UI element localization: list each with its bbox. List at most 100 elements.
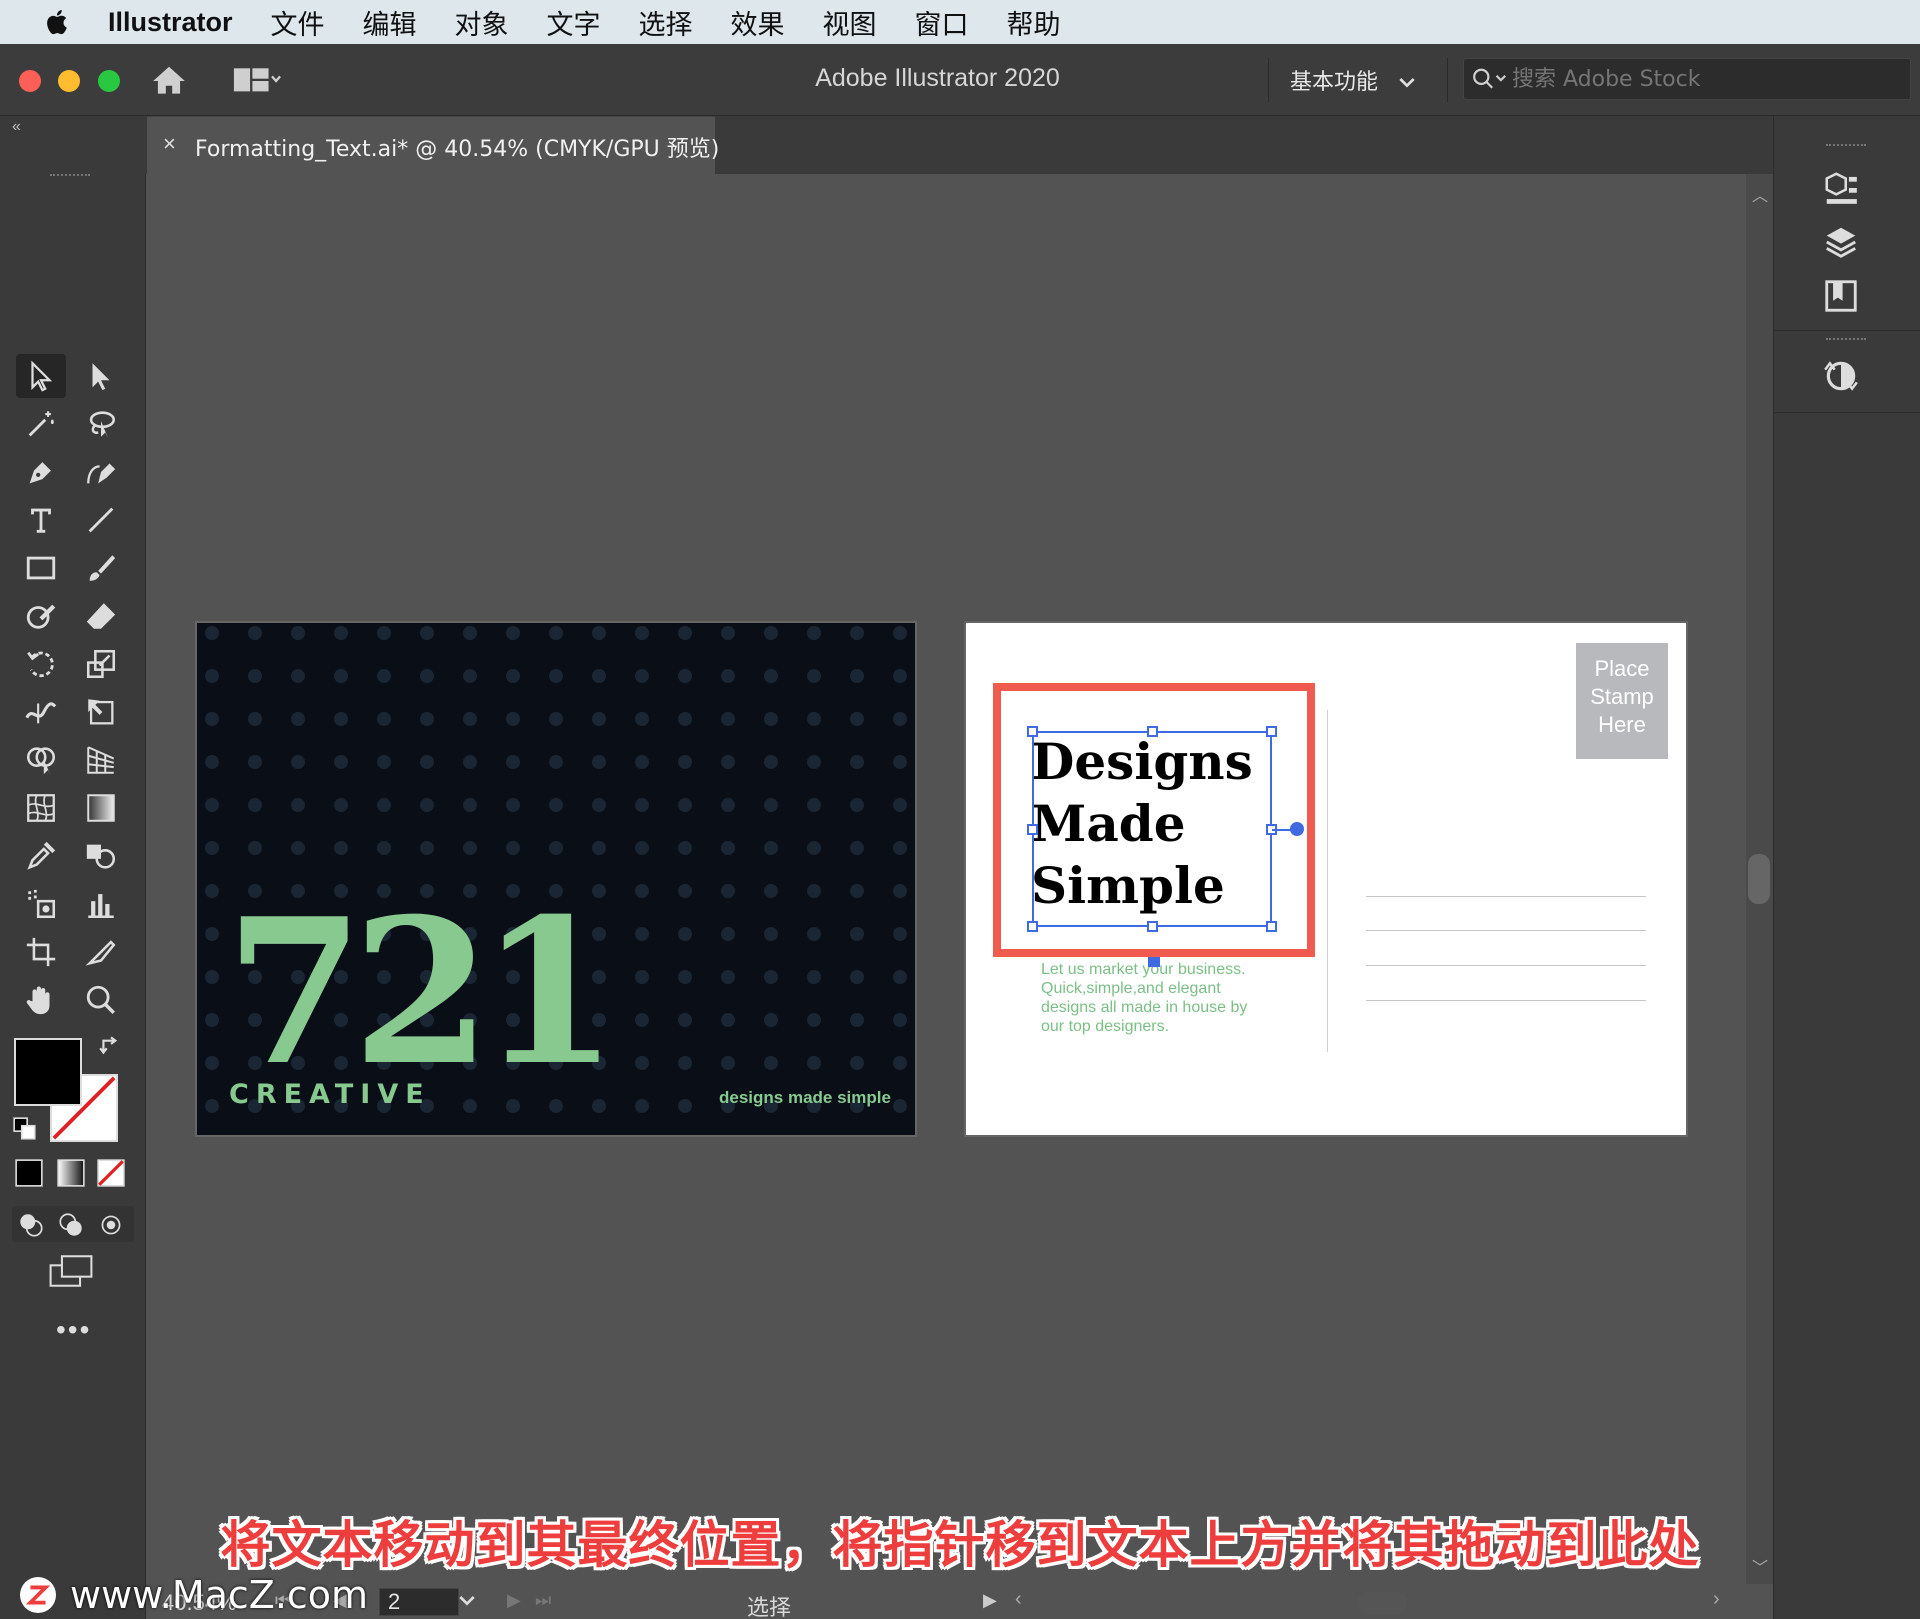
pattern-dot bbox=[807, 798, 821, 812]
pattern-dot bbox=[850, 841, 864, 855]
pen-tool-icon[interactable] bbox=[16, 450, 66, 494]
free-transform-tool-icon[interactable] bbox=[76, 690, 126, 734]
eraser-tool-icon[interactable] bbox=[76, 594, 126, 638]
type-tool-icon[interactable] bbox=[16, 498, 66, 542]
color-mode-icon[interactable] bbox=[14, 1158, 44, 1193]
in-port-icon[interactable] bbox=[1148, 957, 1160, 967]
panel-grip[interactable] bbox=[50, 174, 90, 182]
menu-view[interactable]: 视图 bbox=[823, 3, 877, 42]
mesh-tool-icon[interactable] bbox=[16, 786, 66, 830]
chevron-down-icon[interactable] bbox=[459, 1594, 475, 1612]
curvature-tool-icon[interactable] bbox=[76, 450, 126, 494]
menu-file[interactable]: 文件 bbox=[271, 3, 325, 42]
pattern-dot bbox=[592, 669, 606, 683]
artboard-number-field[interactable]: 2 bbox=[379, 1588, 459, 1616]
libraries-panel-icon[interactable] bbox=[1816, 274, 1866, 318]
line-segment-tool-icon[interactable] bbox=[76, 498, 126, 542]
logo-number[interactable]: 721 bbox=[225, 893, 618, 1093]
stock-search-box[interactable] bbox=[1463, 58, 1911, 100]
shaper-tool-icon[interactable] bbox=[16, 594, 66, 638]
draw-normal-icon[interactable] bbox=[16, 1210, 46, 1245]
perspective-grid-tool-icon[interactable] bbox=[76, 738, 126, 782]
pattern-dot bbox=[205, 755, 219, 769]
swap-fill-stroke-icon[interactable] bbox=[98, 1032, 124, 1063]
draw-behind-icon[interactable] bbox=[56, 1210, 86, 1245]
panel-grip[interactable] bbox=[1826, 338, 1866, 346]
artboard-back[interactable]: Place Stamp Here Let us market your busi… bbox=[964, 621, 1688, 1137]
artboard-tool-icon[interactable] bbox=[16, 930, 66, 974]
pattern-dot bbox=[334, 712, 348, 726]
rectangle-tool-icon[interactable] bbox=[16, 546, 66, 590]
paintbrush-tool-icon[interactable] bbox=[76, 546, 126, 590]
scroll-up-icon[interactable]: ︿ bbox=[1752, 182, 1768, 206]
gradient-tool-icon[interactable] bbox=[76, 786, 126, 830]
menu-select[interactable]: 选择 bbox=[639, 3, 693, 42]
layers-panel-icon[interactable] bbox=[1816, 220, 1866, 264]
scroll-right-icon[interactable]: › bbox=[1713, 1588, 1720, 1611]
properties-panel-icon[interactable] bbox=[1816, 166, 1866, 210]
vertical-scroll-thumb[interactable] bbox=[1748, 854, 1770, 904]
slice-tool-icon[interactable] bbox=[76, 930, 126, 974]
eyedropper-tool-icon[interactable] bbox=[16, 834, 66, 878]
width-tool-icon[interactable] bbox=[16, 690, 66, 734]
more-tools-icon[interactable]: ••• bbox=[56, 1314, 91, 1346]
pattern-dot bbox=[893, 755, 907, 769]
last-artboard-icon[interactable]: ⏭ bbox=[535, 1590, 551, 1611]
address-line bbox=[1366, 896, 1646, 897]
pattern-dot bbox=[635, 1099, 649, 1113]
pattern-dot bbox=[678, 841, 692, 855]
column-graph-tool-icon[interactable] bbox=[76, 882, 126, 926]
scroll-left-icon[interactable]: ‹ bbox=[1015, 1588, 1022, 1611]
stock-search-input[interactable] bbox=[1512, 65, 1892, 93]
workspace-switcher[interactable]: 基本功能 bbox=[1290, 64, 1415, 96]
menu-edit[interactable]: 编辑 bbox=[363, 3, 417, 42]
selection-tool-icon[interactable] bbox=[16, 354, 66, 398]
fill-swatch[interactable] bbox=[14, 1038, 82, 1106]
blend-tool-icon[interactable] bbox=[76, 834, 126, 878]
lasso-tool-icon[interactable] bbox=[76, 402, 126, 446]
menu-help[interactable]: 帮助 bbox=[1007, 3, 1061, 42]
pattern-dot bbox=[807, 626, 821, 640]
pattern-dot bbox=[721, 798, 735, 812]
tagline-text[interactable]: designs made simple bbox=[719, 1088, 891, 1108]
rotate-tool-icon[interactable] bbox=[16, 642, 66, 686]
screen-mode-icon[interactable] bbox=[48, 1254, 94, 1293]
pattern-dot bbox=[291, 669, 305, 683]
pattern-dot bbox=[850, 884, 864, 898]
body-copy-text[interactable]: Let us market your business. Quick,simpl… bbox=[1041, 960, 1271, 1036]
pattern-dot bbox=[807, 884, 821, 898]
pattern-dot bbox=[291, 798, 305, 812]
apple-icon[interactable] bbox=[38, 2, 78, 42]
menu-window[interactable]: 窗口 bbox=[915, 3, 969, 42]
none-mode-icon[interactable] bbox=[96, 1158, 126, 1193]
pattern-dot bbox=[334, 755, 348, 769]
menu-app-name[interactable]: Illustrator bbox=[108, 7, 233, 38]
direct-selection-tool-icon[interactable] bbox=[76, 354, 126, 398]
magic-wand-tool-icon[interactable] bbox=[16, 402, 66, 446]
vertical-scrollbar[interactable]: ︿ ﹀ bbox=[1746, 174, 1773, 1584]
logo-creative-text[interactable]: CREATIVE bbox=[229, 1079, 431, 1110]
status-menu-icon[interactable]: ▶ bbox=[983, 1590, 997, 1611]
collapse-toolbar-icon[interactable]: « bbox=[12, 118, 21, 136]
artboard-front[interactable]: 721 CREATIVE designs made simple bbox=[195, 621, 917, 1137]
next-artboard-icon[interactable]: ▶ bbox=[507, 1590, 521, 1611]
panel-grip[interactable] bbox=[1826, 144, 1866, 152]
scale-tool-icon[interactable] bbox=[76, 642, 126, 686]
menu-type[interactable]: 文字 bbox=[547, 3, 601, 42]
gradient-mode-icon[interactable] bbox=[56, 1158, 86, 1193]
document-tab[interactable]: × Formatting_Text.ai* @ 40.54% (CMYK/GPU… bbox=[147, 116, 719, 174]
stamp-placeholder[interactable]: Place Stamp Here bbox=[1576, 643, 1668, 759]
address-line bbox=[1366, 930, 1646, 931]
zoom-tool-icon[interactable] bbox=[76, 978, 126, 1022]
menu-object[interactable]: 对象 bbox=[455, 3, 509, 42]
shape-builder-tool-icon[interactable] bbox=[16, 738, 66, 782]
hand-tool-icon[interactable] bbox=[16, 978, 66, 1022]
recolor-panel-icon[interactable] bbox=[1816, 354, 1866, 398]
menu-effect[interactable]: 效果 bbox=[731, 3, 785, 42]
horizontal-scroll-thumb[interactable] bbox=[1357, 1592, 1407, 1614]
symbol-sprayer-tool-icon[interactable] bbox=[16, 882, 66, 926]
close-tab-icon[interactable]: × bbox=[163, 131, 176, 157]
default-fill-stroke-icon[interactable] bbox=[12, 1116, 38, 1147]
draw-inside-icon[interactable] bbox=[96, 1210, 126, 1245]
pattern-dot bbox=[205, 712, 219, 726]
